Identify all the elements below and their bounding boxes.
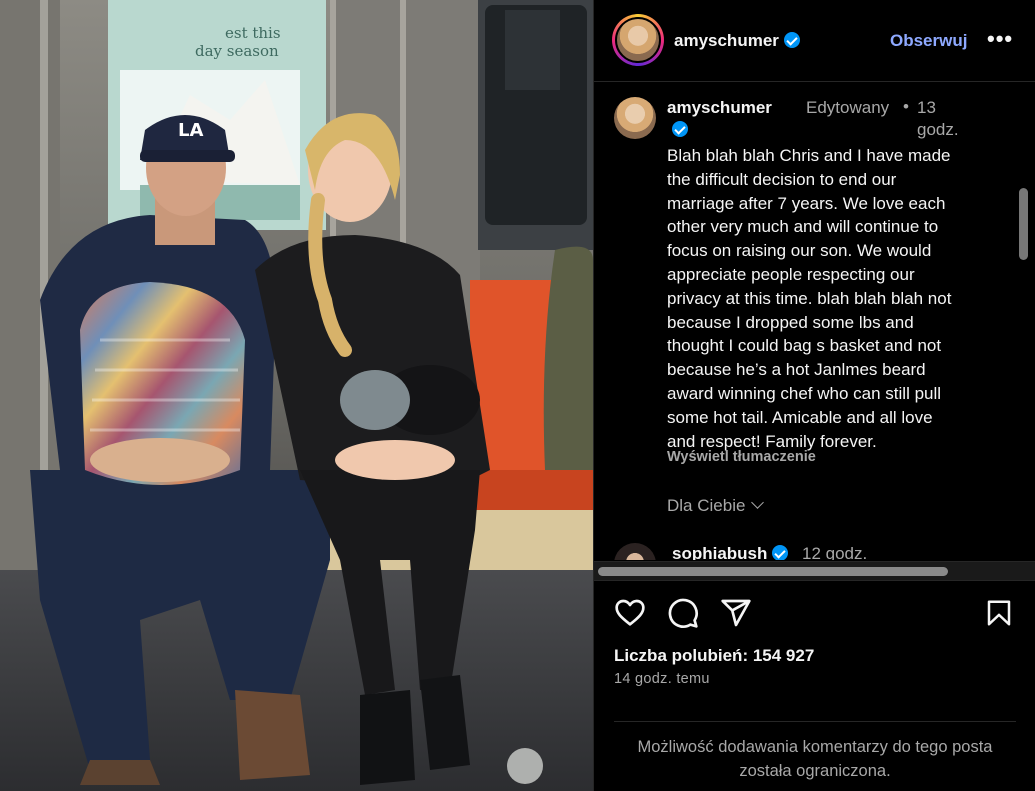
comments-section[interactable]: amyschumer Edytowany • 13 godz. Blah bla… (594, 83, 1035, 560)
caption-line: some hot tail. Amicable and all love (667, 407, 933, 427)
post-details-panel: amyschumer Obserwuj ••• amyschumer Edyto… (593, 0, 1035, 791)
action-bar (594, 597, 1035, 637)
caption-line: marriage after 7 years. We love each (667, 193, 946, 213)
comments-limited-notice: Możliwość dodawania komentarzy do tego p… (637, 738, 993, 780)
divider (614, 721, 1016, 722)
see-translation-link[interactable]: Wyświetl tłumaczenie (667, 449, 816, 465)
comment-icon[interactable] (667, 597, 699, 629)
post-timestamp[interactable]: 14 godz. temu (614, 671, 710, 687)
scrollbar-thumb[interactable] (598, 567, 948, 576)
vertical-scrollbar[interactable] (1019, 188, 1028, 260)
caption-line: focus on raising our son. We would (667, 241, 932, 261)
caption-verified-badge-icon (672, 121, 688, 137)
comment-verified-badge-icon (772, 545, 789, 560)
meta-separator: • (903, 97, 909, 116)
caption-line: because I dropped some lbs and (667, 312, 914, 332)
poster-text-2: day season (195, 42, 279, 60)
comment-time: 12 godz. (802, 544, 868, 560)
caption-line: because he’s a hot Janlmes beard (667, 360, 926, 380)
comment-avatar[interactable] (614, 543, 656, 560)
bookmark-icon[interactable] (984, 597, 1014, 629)
chevron-down-icon (751, 496, 765, 509)
edited-label: Edytowany (806, 98, 890, 117)
caption-avatar[interactable] (614, 97, 656, 139)
likes-count[interactable]: Liczba polubień: 154 927 (614, 646, 814, 666)
profile-avatar[interactable] (612, 14, 664, 66)
more-options-icon[interactable]: ••• (987, 26, 1013, 52)
share-icon[interactable] (720, 597, 752, 629)
poster-text-1: est this (225, 24, 281, 42)
subway-photo-image: est this day season LA (0, 0, 593, 791)
caption-line: appreciate people respecting our (667, 264, 915, 284)
comment-username-link[interactable]: sophiabush (672, 544, 789, 560)
caption-line: Blah blah blah Chris and I have made (667, 146, 951, 165)
for-you-dropdown[interactable]: Dla Ciebie (667, 496, 765, 516)
caption-line: award winning chef who can still pull (667, 383, 942, 403)
caption-line: the difficult decision to end our (667, 169, 897, 189)
heart-icon[interactable] (614, 597, 646, 629)
header-username-link[interactable]: amyschumer (674, 31, 800, 51)
verified-badge-icon (783, 32, 800, 48)
caption-text: Blah blah blah Chris and I have made the… (667, 144, 1002, 453)
caption-time[interactable]: 13 godz. (917, 97, 977, 141)
post-photo[interactable]: est this day season LA (0, 0, 593, 791)
caption-line: other very much and will continue to (667, 217, 939, 237)
comment-username[interactable]: sophiabush (672, 544, 767, 560)
for-you-label[interactable]: Dla Ciebie (667, 496, 745, 515)
horizontal-scrollbar[interactable] (594, 561, 1035, 581)
caption-line: privacy at this time. blah blah blah not (667, 288, 952, 308)
follow-button[interactable]: Obserwuj (890, 31, 967, 51)
caption-username-link[interactable]: amyschumer (667, 97, 782, 141)
header-username[interactable]: amyschumer (674, 31, 779, 50)
caption-username[interactable]: amyschumer (667, 98, 772, 117)
svg-text:LA: LA (178, 120, 203, 141)
caption-line: thought I could bag s basket and not (667, 336, 942, 356)
post-header: amyschumer Obserwuj ••• (594, 0, 1035, 82)
